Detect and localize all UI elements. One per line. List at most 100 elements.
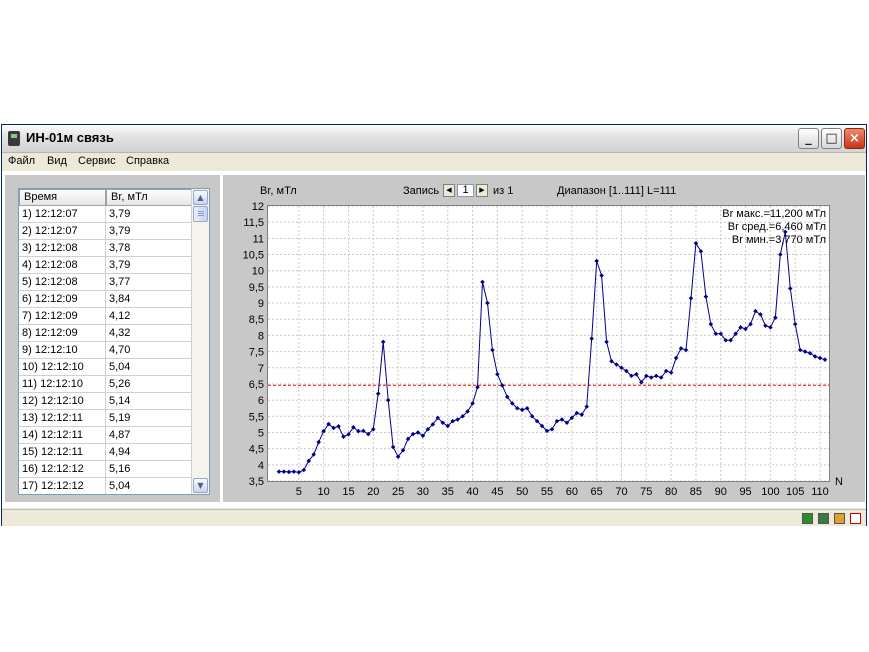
x-tick-label: 5 bbox=[296, 486, 302, 498]
table-scrollbar[interactable]: ▲ ▼ bbox=[191, 189, 209, 494]
x-tick-label: 80 bbox=[665, 486, 677, 498]
data-point bbox=[678, 346, 684, 351]
menu-service[interactable]: Сервис bbox=[78, 155, 116, 167]
chart-panel: Br, мТл Запись ◀ 1 ▶ из 1 Диапазон [1..1… bbox=[223, 175, 865, 502]
y-tick-label: 4 bbox=[258, 460, 264, 472]
table-row[interactable]: 5) 12:12:08 3,77 bbox=[19, 274, 193, 291]
excel-icon[interactable] bbox=[802, 513, 813, 524]
x-tick-label: 105 bbox=[786, 486, 804, 498]
column-header-time[interactable]: Время bbox=[19, 189, 106, 206]
record-label: Запись bbox=[403, 185, 440, 197]
scroll-thumb[interactable] bbox=[193, 206, 208, 222]
menu-file[interactable]: Файл bbox=[8, 155, 35, 167]
data-point bbox=[648, 375, 654, 380]
data-point bbox=[390, 444, 396, 450]
cell-br: 4,87 bbox=[106, 427, 193, 444]
y-tick-label: 10,5 bbox=[243, 250, 264, 262]
data-point bbox=[792, 321, 798, 327]
table-row[interactable]: 8) 12:12:09 4,32 bbox=[19, 325, 193, 342]
table-row[interactable]: 14) 12:12:11 4,87 bbox=[19, 427, 193, 444]
data-point bbox=[688, 295, 694, 301]
y-tick-label: 11 bbox=[253, 233, 264, 245]
minimize-button[interactable]: _ bbox=[798, 128, 819, 149]
data-point bbox=[276, 469, 282, 474]
data-point bbox=[708, 321, 714, 327]
table-row[interactable]: 10) 12:12:10 5,04 bbox=[19, 359, 193, 376]
image-icon[interactable] bbox=[818, 513, 829, 524]
series-line bbox=[279, 231, 826, 473]
cell-time: 10) 12:12:10 bbox=[19, 359, 106, 376]
table-row[interactable]: 15) 12:12:11 4,94 bbox=[19, 444, 193, 461]
table-row[interactable]: 9) 12:12:10 4,70 bbox=[19, 342, 193, 359]
column-header-br[interactable]: Br, мТл bbox=[106, 189, 193, 206]
cell-time: 14) 12:12:11 bbox=[19, 427, 106, 444]
cell-br: 4,94 bbox=[106, 444, 193, 461]
cell-time: 9) 12:12:10 bbox=[19, 342, 106, 359]
x-tick-label: 30 bbox=[417, 486, 429, 498]
data-point bbox=[519, 407, 525, 413]
record-prev-icon[interactable]: ◀ bbox=[443, 184, 455, 197]
x-tick-label: 20 bbox=[367, 486, 379, 498]
x-tick-label: 25 bbox=[392, 486, 404, 498]
table-row[interactable]: 17) 12:12:12 5,04 bbox=[19, 478, 193, 494]
y-tick-label: 5,5 bbox=[249, 411, 264, 423]
close-button[interactable]: × bbox=[844, 128, 865, 149]
data-point bbox=[470, 401, 475, 406]
data-point bbox=[485, 300, 490, 306]
table-row[interactable]: 1) 12:12:07 3,79 bbox=[19, 206, 193, 223]
data-point bbox=[301, 467, 307, 473]
record-number-field[interactable]: 1 bbox=[457, 184, 474, 197]
cell-time: 8) 12:12:09 bbox=[19, 325, 106, 342]
data-point bbox=[768, 325, 773, 330]
chart-plot[interactable]: Br макс.=11,200 мТл Br сред.=6,460 мТл Br … bbox=[267, 205, 830, 482]
cell-time: 4) 12:12:08 bbox=[19, 257, 106, 274]
data-point bbox=[594, 258, 599, 264]
table-row[interactable]: 4) 12:12:08 3,79 bbox=[19, 257, 193, 274]
table-row[interactable]: 13) 12:12:11 5,19 bbox=[19, 410, 193, 427]
y-tick-label: 5 bbox=[258, 427, 264, 439]
cell-br: 3,79 bbox=[106, 223, 193, 240]
data-point bbox=[763, 323, 768, 328]
stat-label: Br макс.=11,200 мТл bbox=[722, 208, 826, 220]
measurements-table[interactable]: Время Br, мТл 1) 12:12:07 3,79 2) 12:12:07… bbox=[18, 188, 210, 495]
cell-br: 3,84 bbox=[106, 291, 193, 308]
data-point bbox=[604, 339, 609, 345]
x-tick-label: 35 bbox=[442, 486, 454, 498]
app-window: ИН-01м связь _ □ × Файл Вид Сервис Справ… bbox=[1, 124, 867, 526]
cell-time: 3) 12:12:08 bbox=[19, 240, 106, 257]
pdf-icon[interactable] bbox=[850, 513, 861, 524]
status-bar bbox=[2, 509, 866, 526]
y-tick-label: 4,5 bbox=[249, 444, 264, 456]
stat-label: Br мин.=3,770 мТл bbox=[732, 234, 826, 246]
x-tick-label: 55 bbox=[541, 486, 553, 498]
export-icon[interactable] bbox=[834, 513, 845, 524]
cell-br: 4,32 bbox=[106, 325, 193, 342]
x-axis-label: N bbox=[835, 476, 843, 488]
maximize-button[interactable]: □ bbox=[821, 128, 842, 149]
data-point bbox=[316, 439, 321, 445]
table-row[interactable]: 3) 12:12:08 3,78 bbox=[19, 240, 193, 257]
table-row[interactable]: 2) 12:12:07 3,79 bbox=[19, 223, 193, 240]
data-point bbox=[336, 424, 341, 429]
record-next-icon[interactable]: ▶ bbox=[476, 184, 488, 197]
table-row[interactable]: 6) 12:12:09 3,84 bbox=[19, 291, 193, 308]
measurements-panel: Время Br, мТл 1) 12:12:07 3,79 2) 12:12:07… bbox=[5, 175, 220, 502]
x-tick-label: 40 bbox=[466, 486, 478, 498]
title-bar[interactable]: ИН-01м связь _ □ × bbox=[2, 125, 866, 153]
cell-br: 3,79 bbox=[106, 257, 193, 274]
scroll-up-icon[interactable]: ▲ bbox=[193, 190, 208, 205]
table-row[interactable]: 11) 12:12:10 5,26 bbox=[19, 376, 193, 393]
y-tick-label: 3,5 bbox=[249, 476, 264, 488]
table-row[interactable]: 16) 12:12:12 5,16 bbox=[19, 461, 193, 478]
table-row[interactable]: 12) 12:12:10 5,14 bbox=[19, 393, 193, 410]
y-tick-label: 7,5 bbox=[249, 347, 264, 359]
stat-label: Br сред.=6,460 мТл bbox=[728, 221, 826, 233]
data-point bbox=[281, 469, 287, 474]
cell-br: 4,70 bbox=[106, 342, 193, 359]
cell-time: 11) 12:12:10 bbox=[19, 376, 106, 393]
menu-view[interactable]: Вид bbox=[47, 155, 67, 167]
table-row[interactable]: 7) 12:12:09 4,12 bbox=[19, 308, 193, 325]
menu-help[interactable]: Справка bbox=[126, 155, 169, 167]
scroll-down-icon[interactable]: ▼ bbox=[193, 478, 208, 493]
range-info: Диапазон [1..111] L=111 bbox=[557, 185, 677, 197]
